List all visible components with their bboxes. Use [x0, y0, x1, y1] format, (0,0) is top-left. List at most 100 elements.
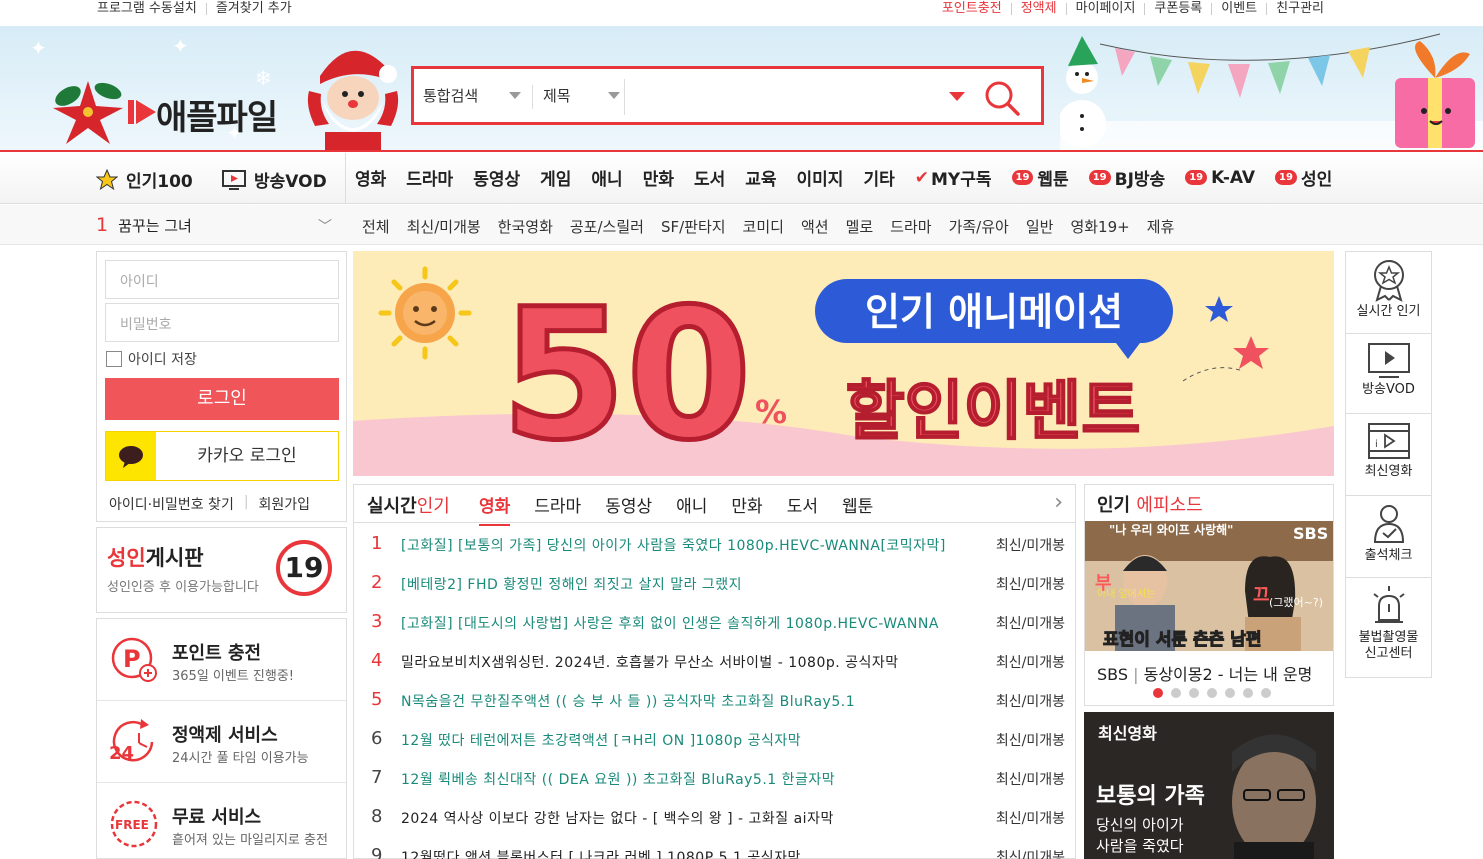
find-account-link[interactable]: 아이디·비밀번호 찾기 [109, 494, 234, 514]
quick-realtime-popular[interactable]: 실시간 인기 [1346, 252, 1431, 334]
nav-drama[interactable]: 드라마 [406, 165, 453, 190]
nav-anime[interactable]: 애니 [591, 165, 622, 190]
search-dropdown-icon[interactable] [949, 92, 965, 101]
realtime-row-title[interactable]: [베테랑2] FHD 황정민 정해인 죄짓고 살지 말라 그랬지 [401, 574, 976, 594]
checkbox-box[interactable] [106, 351, 122, 367]
tab-drama[interactable]: 드라마 [534, 492, 581, 526]
realtime-row-title[interactable]: 2024 역사상 이보다 강한 남자는 없다 - [ 백수의 왕 ] - 고화질… [401, 808, 976, 828]
promo-banner[interactable]: 50 % 인기 애니메이션 할인이벤트 [353, 251, 1334, 476]
realtime-row-category[interactable]: 최신/미개봉 [996, 769, 1065, 789]
id-field[interactable]: 아이디 [105, 260, 339, 299]
nav-game[interactable]: 게임 [540, 165, 571, 190]
nav-bj[interactable]: 19 BJ방송 [1088, 165, 1165, 190]
quick-illegal-report[interactable]: 불법촬영물 신고센터 [1346, 578, 1431, 677]
episode-caption[interactable]: SBS | 동상이몽2 - 너는 내 운명 [1097, 661, 1327, 685]
chevron-down-icon[interactable]: ﹀ [318, 216, 332, 236]
add-bookmark-link[interactable]: 즐겨찾기 추가 [205, 2, 301, 15]
tab-webtoon[interactable]: 웹툰 [842, 492, 873, 526]
quick-attendance[interactable]: 출석체크 [1346, 496, 1431, 578]
sub-partner[interactable]: 제휴 [1147, 216, 1175, 237]
install-program-link[interactable]: 프로그램 수동설치 [97, 2, 206, 15]
realtime-row-title[interactable]: [고화질] [보통의 가족] 당신의 아이가 사람을 죽였다 1080p.HEV… [401, 535, 976, 555]
realtime-row-title[interactable]: N목숨을건 무한질주액션 (( 승 부 사 들 )) 공식자막 초고화질 Blu… [401, 691, 976, 711]
search-input[interactable] [628, 75, 938, 117]
tab-movie[interactable]: 영화 [479, 492, 511, 526]
episode-thumbnail[interactable]: "나 우리 와이프 사랑해" SBS 아내 앞에서는 부 끄 (그랬어~?) 표… [1085, 521, 1333, 651]
login-button[interactable]: 로그인 [105, 378, 339, 420]
pagination-dot[interactable] [1207, 688, 1217, 698]
pagination-dot[interactable] [1153, 688, 1163, 698]
quick-broadcast-vod[interactable]: 방송VOD [1346, 334, 1431, 414]
site-logo[interactable]: 애플파일 [48, 66, 318, 146]
realtime-row-title[interactable]: [고화질] [대도시의 사랑법] 사랑은 후회 없이 인생은 솔직하게 1080… [401, 613, 976, 633]
realtime-row[interactable]: 4 밀라요보비치X샘워싱턴. 2024년. 호흡불가 무산소 서바이벌 - 108… [354, 642, 1075, 681]
realtime-row-category[interactable]: 최신/미개봉 [996, 808, 1065, 828]
realtime-row-category[interactable]: 최신/미개봉 [996, 730, 1065, 750]
realtime-row[interactable]: 8 2024 역사상 이보다 강한 남자는 없다 - [ 백수의 왕 ] - 고화… [354, 798, 1075, 837]
nav-vod[interactable]: 방송VOD [222, 167, 327, 192]
sub-movie19[interactable]: 영화19+ [1070, 216, 1129, 237]
nav-video[interactable]: 동영상 [473, 165, 520, 190]
sub-sf[interactable]: SF/판타지 [661, 216, 726, 237]
realtime-row-title[interactable]: 12월 떴다 테런에저튼 초강력액션 [ㅋH리 ON ]1080p 공식자막 [401, 730, 976, 750]
realtime-row-title[interactable]: 12월 뤽베송 최신대작 (( DEA 요원 )) 초고화질 BluRay5.1… [401, 769, 976, 789]
rolling-rank[interactable]: 1 꿈꾸는 그녀 ﹀ [96, 214, 336, 236]
tab-book[interactable]: 도서 [787, 492, 818, 526]
kakao-login-button[interactable]: 카카오 로그인 [105, 431, 339, 481]
point-charge-link[interactable]: 포인트충전 [942, 2, 1011, 15]
pagination-dot[interactable] [1225, 688, 1235, 698]
service-free[interactable]: FREE 무료 서비스 흩어져 있는 마일리지로 충전 [97, 783, 346, 859]
new-movie-card[interactable]: 최신영화 보통의 가족 당신의 아이가 사람을 죽였다 [1084, 712, 1334, 859]
sub-horror[interactable]: 공포/스릴러 [570, 216, 644, 237]
nav-book[interactable]: 도서 [694, 165, 725, 190]
search-icon[interactable] [982, 78, 1022, 118]
sub-action[interactable]: 액션 [801, 216, 829, 237]
sub-family[interactable]: 가족/유아 [949, 216, 1009, 237]
realtime-row-title[interactable]: 12월떴다 액션 블록버스터 [ 나크라 러벤 ] 1080P 5.1 공식자막 [401, 847, 976, 859]
event-link[interactable]: 이벤트 [1211, 2, 1266, 15]
nav-webtoon[interactable]: 19 웹툰 [1011, 165, 1069, 190]
mypage-link[interactable]: 마이페이지 [1065, 2, 1145, 15]
sub-general[interactable]: 일반 [1026, 216, 1054, 237]
realtime-row-category[interactable]: 최신/미개봉 [996, 847, 1065, 859]
realtime-row[interactable]: 6 12월 떴다 테런에저튼 초강력액션 [ㅋH리 ON ]1080p 공식자막 최… [354, 720, 1075, 759]
quick-new-movie[interactable]: i 최신영화 [1346, 414, 1431, 496]
realtime-row[interactable]: 7 12월 뤽베송 최신대작 (( DEA 요원 )) 초고화질 BluRay5.… [354, 759, 1075, 798]
chevron-right-icon[interactable]: › [1054, 490, 1063, 515]
sub-all[interactable]: 전체 [362, 216, 390, 237]
realtime-row-category[interactable]: 최신/미개봉 [996, 691, 1065, 711]
nav-my-subscription[interactable]: ✔ MY구독 [915, 165, 992, 191]
search-field-select[interactable]: 제목 [532, 85, 620, 109]
save-id-checkbox[interactable]: 아이디 저장 [106, 349, 197, 369]
realtime-row[interactable]: 2 [베테랑2] FHD 황정민 정해인 죄짓고 살지 말라 그랬지 최신/미개봉 [354, 564, 1075, 603]
nav-etc[interactable]: 기타 [863, 165, 894, 190]
tab-video[interactable]: 동영상 [605, 492, 652, 526]
pagination-dot[interactable] [1243, 688, 1253, 698]
search-scope-select[interactable]: 통합검색 [423, 85, 521, 109]
tab-comic[interactable]: 만화 [731, 492, 762, 526]
realtime-row-category[interactable]: 최신/미개봉 [996, 652, 1065, 672]
nav-comic[interactable]: 만화 [643, 165, 674, 190]
nav-education[interactable]: 교육 [745, 165, 776, 190]
realtime-row[interactable]: 9 12월떴다 액션 블록버스터 [ 나크라 러벤 ] 1080P 5.1 공식자… [354, 837, 1075, 859]
service-subscription[interactable]: 24 정액제 서비스 24시간 풀 타임 이용가능 [97, 701, 346, 783]
tab-anime[interactable]: 애니 [676, 492, 707, 526]
password-field[interactable]: 비밀번호 [105, 303, 339, 342]
pagination-dot[interactable] [1261, 688, 1271, 698]
realtime-row[interactable]: 5 N목숨을건 무한질주액션 (( 승 부 사 들 )) 공식자막 초고화질 Bl… [354, 681, 1075, 720]
realtime-row[interactable]: 3 [고화질] [대도시의 사랑법] 사랑은 후회 없이 인생은 솔직하게 108… [354, 603, 1075, 642]
realtime-row-category[interactable]: 최신/미개봉 [996, 574, 1065, 594]
pagination-dot[interactable] [1171, 688, 1181, 698]
adult-board-box[interactable]: 성인게시판 성인인증 후 이용가능합니다 19 [96, 527, 347, 613]
sub-latest[interactable]: 최신/미개봉 [407, 216, 481, 237]
realtime-row[interactable]: 1 [고화질] [보통의 가족] 당신의 아이가 사람을 죽였다 1080p.HE… [354, 525, 1075, 564]
nav-movie[interactable]: 영화 [355, 165, 386, 190]
nav-image[interactable]: 이미지 [797, 165, 844, 190]
nav-popular100[interactable]: 인기100 [96, 167, 193, 192]
nav-adult[interactable]: 19 성인 [1275, 165, 1332, 190]
service-point-charge[interactable]: P 포인트 충전 365일 이벤트 진행중! [97, 619, 346, 701]
coupon-link[interactable]: 쿠폰등록 [1144, 2, 1211, 15]
sub-korean[interactable]: 한국영화 [498, 216, 553, 237]
nav-kav[interactable]: 19 K-AV [1185, 165, 1255, 190]
pagination-dot[interactable] [1189, 688, 1199, 698]
